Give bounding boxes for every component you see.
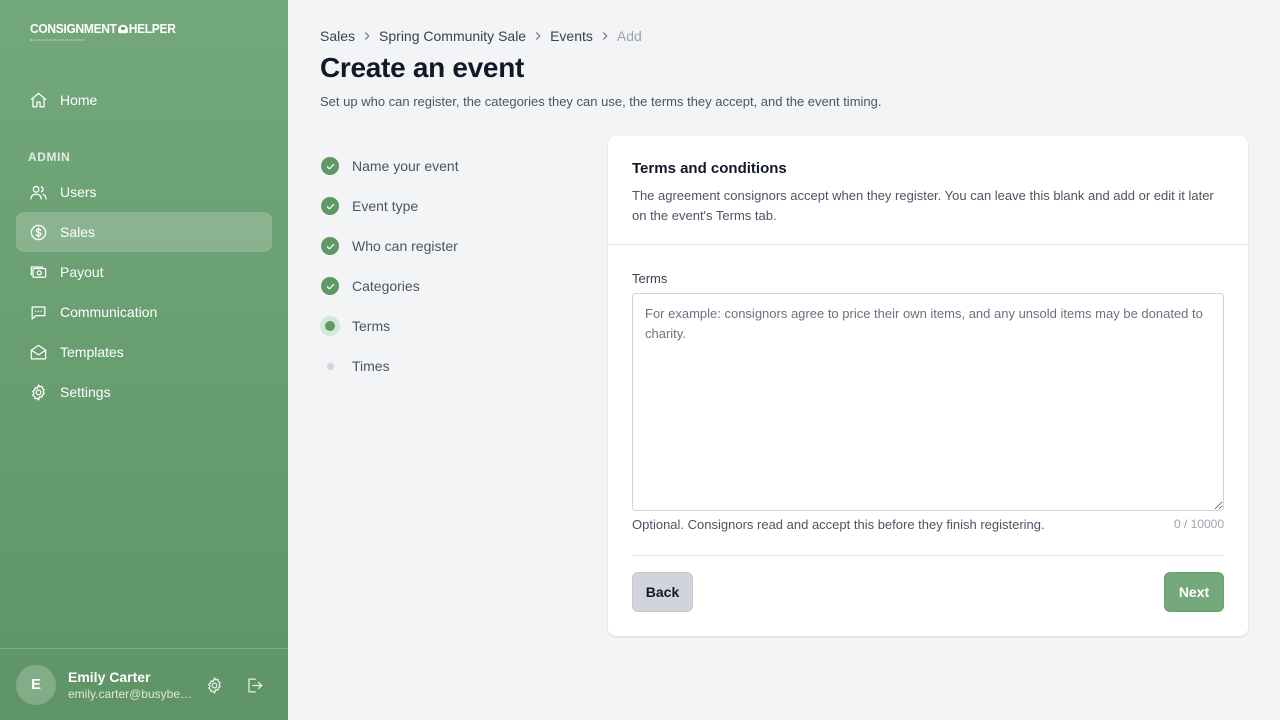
bee-logo-icon	[117, 24, 128, 34]
cash-icon	[28, 262, 48, 282]
check-circle-icon	[321, 197, 339, 215]
character-counter: 0 / 10000	[1173, 517, 1224, 531]
sidebar-item-communication[interactable]: Communication	[16, 292, 272, 332]
check-circle-icon	[321, 157, 339, 175]
step-label: Times	[352, 358, 390, 374]
sidebar-section-admin: ADMIN	[28, 150, 71, 164]
home-icon	[28, 90, 48, 110]
step-label: Who can register	[352, 238, 458, 254]
envelope-icon	[28, 342, 48, 362]
terms-card: Terms and conditions The agreement consi…	[608, 136, 1248, 636]
step-times: Times	[320, 354, 390, 378]
breadcrumb-events[interactable]: Events	[550, 28, 593, 44]
sidebar-item-templates[interactable]: Templates	[16, 332, 272, 372]
logo-text-left: CONSIGNMENT	[30, 21, 117, 37]
step-label: Terms	[352, 318, 391, 334]
gear-icon	[28, 382, 48, 402]
step-label: Name your event	[352, 158, 459, 174]
current-step-icon	[320, 316, 340, 336]
breadcrumb: Sales Spring Community Sale Events Add	[320, 27, 642, 45]
next-button[interactable]: Next	[1164, 572, 1224, 612]
step-categories[interactable]: Categories	[320, 274, 420, 298]
step-name-your-event[interactable]: Name your event	[320, 154, 459, 178]
step-who-can-register[interactable]: Who can register	[320, 234, 458, 258]
breadcrumb-sales[interactable]: Sales	[320, 28, 355, 44]
sidebar-item-label: Communication	[60, 304, 158, 320]
sidebar: CONSIGNMENT HELPER Home ADMIN Users Sales…	[0, 0, 288, 720]
back-button[interactable]: Back	[632, 572, 693, 612]
logo-text-right: HELPER	[128, 21, 176, 37]
sidebar-item-settings[interactable]: Settings	[16, 372, 272, 412]
account-settings-button[interactable]	[202, 673, 226, 697]
breadcrumb-sale[interactable]: Spring Community Sale	[379, 28, 526, 44]
chevron-right-icon	[530, 28, 546, 44]
users-icon	[28, 182, 48, 202]
sidebar-item-label: Users	[60, 184, 97, 200]
step-event-type[interactable]: Event type	[320, 194, 418, 218]
user-email: emily.carter@busybee.com	[68, 686, 196, 701]
terms-label: Terms	[632, 271, 668, 286]
sidebar-item-label: Home	[60, 92, 98, 108]
avatar[interactable]: E	[16, 664, 56, 705]
step-terms[interactable]: Terms	[320, 314, 390, 338]
card-title: Terms and conditions	[632, 160, 787, 177]
user-panel: E Emily Carter emily.carter@busybee.com	[0, 648, 288, 720]
chevron-right-icon	[597, 28, 613, 44]
sidebar-item-label: Sales	[60, 224, 96, 240]
card-description: The agreement consignors accept when the…	[632, 188, 1214, 223]
logout-icon	[247, 678, 262, 692]
sidebar-item-payout[interactable]: Payout	[16, 252, 272, 292]
gear-icon	[207, 676, 221, 694]
step-label: Categories	[352, 278, 420, 294]
user-name: Emily Carter	[68, 668, 151, 685]
check-circle-icon	[321, 237, 339, 255]
logo-underline	[30, 39, 84, 43]
chevron-right-icon	[359, 28, 375, 44]
logout-button[interactable]	[242, 673, 266, 697]
step-label: Event type	[352, 198, 419, 214]
sidebar-item-home[interactable]: Home	[16, 80, 272, 120]
terms-textarea[interactable]	[632, 293, 1224, 511]
divider	[632, 555, 1224, 556]
sidebar-item-label: Payout	[60, 264, 104, 280]
page-subtitle: Set up who can register, the categories …	[320, 94, 882, 109]
terms-help-text: Optional. Consignors read and accept thi…	[632, 517, 1045, 532]
breadcrumb-current: Add	[616, 28, 642, 44]
check-circle-icon	[321, 277, 339, 295]
chat-icon	[28, 302, 48, 322]
upcoming-step-icon	[326, 362, 334, 370]
sidebar-item-users[interactable]: Users	[16, 172, 272, 212]
page-title: Create an event	[320, 52, 525, 83]
user-info: Emily Carter emily.carter@busybee.com	[68, 668, 198, 702]
dollar-circle-icon	[28, 222, 48, 242]
sidebar-item-sales[interactable]: Sales	[16, 212, 272, 252]
app-logo[interactable]: CONSIGNMENT HELPER	[30, 21, 176, 41]
sidebar-item-label: Templates	[60, 344, 124, 360]
sidebar-item-label: Settings	[60, 384, 111, 400]
card-header: Terms and conditions The agreement consi…	[608, 136, 1248, 245]
